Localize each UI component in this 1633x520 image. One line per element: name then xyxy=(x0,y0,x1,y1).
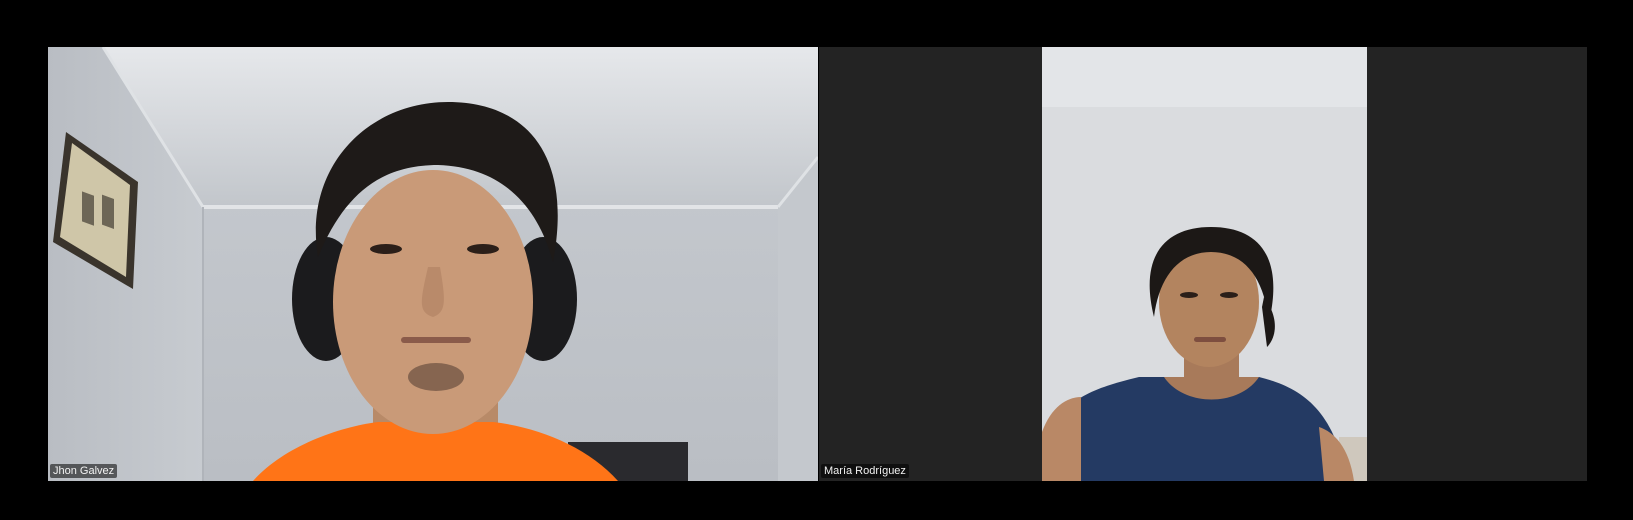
participant-video-tile-1[interactable]: Jhon Galvez xyxy=(48,47,818,481)
participant-video-feed-1 xyxy=(48,47,818,481)
participant-name-label: María Rodríguez xyxy=(821,464,909,478)
participant-video-feed-2 xyxy=(819,47,1587,481)
participant-video-tile-2[interactable]: María Rodríguez xyxy=(819,47,1587,481)
participant-name-label: Jhon Galvez xyxy=(50,464,118,478)
